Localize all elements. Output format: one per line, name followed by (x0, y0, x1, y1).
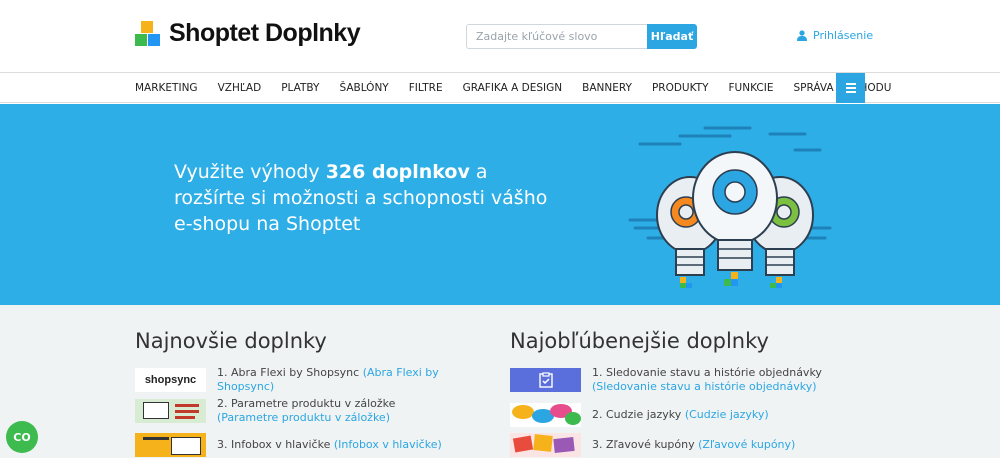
addon-name[interactable]: Parametre produktu v záložke (231, 397, 395, 410)
newest-title: Najnovšie doplnky (135, 329, 327, 353)
addon-count: 326 doplnkov (325, 161, 470, 183)
nav-item-funkcie[interactable]: FUNKCIE (729, 82, 774, 94)
addon-thumbnail[interactable] (135, 433, 206, 457)
list-item[interactable]: 3. Zľavové kupóny (Zľavové kupóny) (510, 433, 795, 457)
nav-item-produkty[interactable]: PRODUKTY (652, 82, 709, 94)
nav-item-sablony[interactable]: ŠABLÓNY (339, 82, 388, 94)
addon-name[interactable]: Cudzie jazyky (606, 408, 681, 421)
nav-item-marketing[interactable]: MARKETING (135, 82, 198, 94)
addon-thumbnail[interactable] (510, 368, 581, 392)
site-logo[interactable]: Shoptet Doplnky (135, 19, 361, 48)
chat-button[interactable]: CO (6, 421, 38, 453)
lightbulbs-illustration (628, 126, 832, 288)
addon-name[interactable]: Infobox v hlavičke (231, 438, 330, 451)
addon-link[interactable]: (Zľavové kupóny) (698, 438, 795, 451)
addon-link[interactable]: (Cudzie jazyky) (685, 408, 769, 421)
addon-thumbnail[interactable] (135, 399, 206, 423)
popular-title: Najobľúbenejšie doplnky (510, 329, 769, 353)
addon-name[interactable]: Sledovanie stavu a histórie objednávky (606, 366, 822, 379)
addon-lists: Najnovšie doplnky shopsync 1. Abra Flexi… (0, 305, 1000, 458)
site-header: Shoptet Doplnky Hľadať Prihlásenie (0, 0, 1000, 73)
list-item[interactable]: 1. Sledovanie stavu a histórie objednávk… (510, 366, 822, 394)
list-item[interactable]: 2. Cudzie jazyky (Cudzie jazyky) (510, 403, 769, 427)
hero-banner: Využite výhody 326 doplnkov a rozšírte s… (0, 104, 1000, 305)
search-button[interactable]: Hľadať (647, 24, 697, 49)
list-item[interactable]: shopsync 1. Abra Flexi by Shopsync (Abra… (135, 366, 480, 394)
nav-item-vzhlad[interactable]: VZHĽAD (218, 82, 262, 94)
search-input[interactable] (466, 24, 647, 49)
nav-item-grafika[interactable]: GRAFIKA A DESIGN (463, 82, 563, 94)
addon-thumbnail[interactable] (510, 403, 581, 427)
addon-link[interactable]: (Infobox v hlavičke) (334, 438, 442, 451)
addon-name[interactable]: Abra Flexi by Shopsync (231, 366, 359, 379)
hamburger-icon[interactable] (836, 73, 865, 103)
user-icon (797, 30, 807, 41)
addon-link[interactable]: (Parametre produktu v záložke) (217, 411, 390, 424)
clipboard-check-icon (538, 372, 553, 388)
logo-text: Shoptet Doplnky (169, 19, 361, 47)
logo-mark-icon (135, 20, 160, 47)
login-label: Prihlásenie (813, 29, 874, 42)
addon-thumbnail[interactable] (510, 433, 581, 457)
nav-item-filtre[interactable]: FILTRE (409, 82, 443, 94)
hero-text: Využite výhody 326 doplnkov a rozšírte s… (174, 161, 548, 235)
addon-link[interactable]: (Sledovanie stavu a histórie objednávky) (592, 380, 817, 393)
search-form: Hľadať (466, 24, 697, 49)
nav-item-bannery[interactable]: BANNERY (582, 82, 632, 94)
nav-item-platby[interactable]: PLATBY (281, 82, 319, 94)
main-nav: MARKETING VZHĽAD PLATBY ŠABLÓNY FILTRE G… (0, 73, 1000, 103)
addon-name[interactable]: Zľavové kupóny (606, 438, 695, 451)
login-link[interactable]: Prihlásenie (797, 29, 873, 42)
addon-thumbnail[interactable]: shopsync (135, 368, 206, 392)
list-item[interactable]: 2. Parametre produktu v záložke (Paramet… (135, 397, 395, 425)
list-item[interactable]: 3. Infobox v hlavičke (Infobox v hlavičk… (135, 433, 442, 457)
